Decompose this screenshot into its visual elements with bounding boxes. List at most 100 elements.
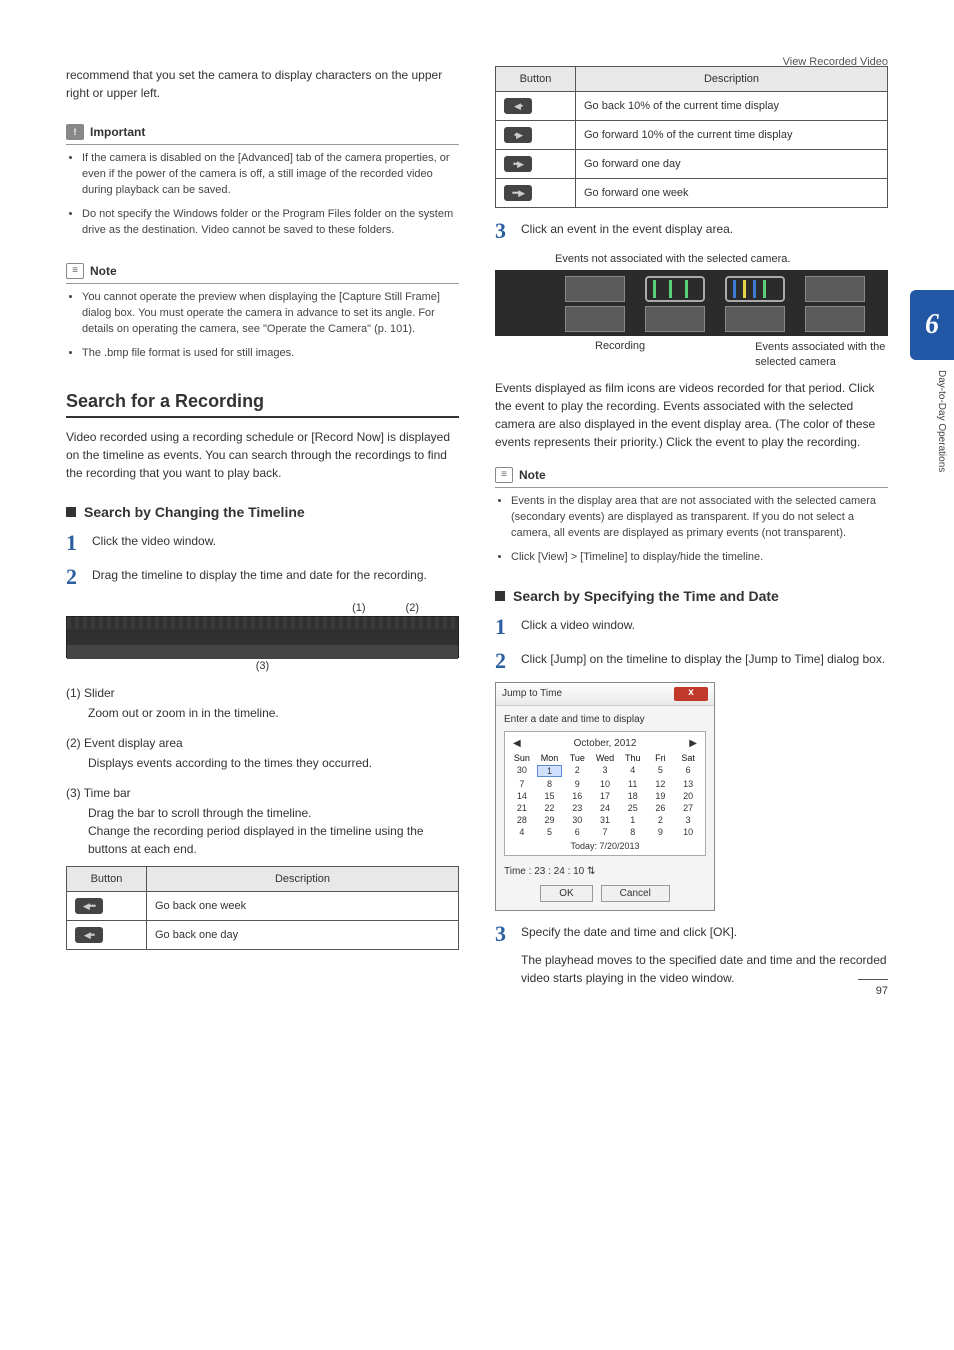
calendar-day[interactable]: 2	[564, 765, 590, 777]
note-heading-right: ≡ Note	[495, 467, 888, 483]
step-number: 3	[495, 923, 511, 945]
calendar-day[interactable]: 6	[564, 827, 590, 837]
calendar-day[interactable]: 10	[675, 827, 701, 837]
section-heading-search: Search for a Recording	[66, 391, 459, 418]
header-section: View Recorded Video	[783, 56, 888, 68]
step-number: 2	[66, 566, 82, 588]
calendar-day[interactable]: 11	[620, 779, 646, 789]
time-label: Time :	[504, 866, 531, 877]
button-table-left: Button Description ◀••• Go back one week…	[66, 866, 459, 950]
calendar-day[interactable]: 17	[592, 791, 618, 801]
calendar-next-button[interactable]: ▶	[689, 738, 697, 749]
calendar-day[interactable]: 4	[509, 827, 535, 837]
button-table-right: Button Description ◀•Go back 10% of the …	[495, 66, 888, 208]
calendar-day-header: Sat	[675, 753, 701, 763]
calendar-day[interactable]: 7	[509, 779, 535, 789]
calendar-day[interactable]: 19	[648, 791, 674, 801]
go-forward-10pct-icon[interactable]: •▶	[504, 127, 532, 143]
note-item: The .bmp file format is used for still i…	[82, 346, 459, 362]
calendar-day[interactable]: 9	[648, 827, 674, 837]
table-row: ••▶Go forward one day	[496, 150, 888, 179]
calendar-day[interactable]: 3	[675, 815, 701, 825]
calendar-day[interactable]: 16	[564, 791, 590, 801]
calendar-day[interactable]: 23	[564, 803, 590, 813]
calendar-day[interactable]: 13	[675, 779, 701, 789]
calendar-day[interactable]: 26	[648, 803, 674, 813]
calendar-day[interactable]: 5	[537, 827, 563, 837]
important-item: Do not specify the Windows folder or the…	[82, 207, 459, 239]
go-back-week-icon[interactable]: ◀•••	[75, 898, 103, 914]
calendar-day[interactable]: 27	[675, 803, 701, 813]
time-value[interactable]: 23 : 24 : 10	[534, 866, 584, 877]
ok-button[interactable]: OK	[540, 885, 592, 902]
calendar-day[interactable]: 5	[648, 765, 674, 777]
b-step-1: 1 Click a video window.	[495, 616, 888, 638]
go-forward-week-icon[interactable]: •••▶	[504, 185, 532, 201]
calendar-day[interactable]: 21	[509, 803, 535, 813]
calendar-day[interactable]: 18	[620, 791, 646, 801]
bullet-square-icon	[495, 591, 505, 601]
chapter-number: 6	[910, 290, 954, 360]
go-back-day-icon[interactable]: ◀••	[75, 927, 103, 943]
calendar-day[interactable]: 3	[592, 765, 618, 777]
note-list-right: Events in the display area that are not …	[495, 494, 888, 566]
calendar-day[interactable]: 29	[537, 815, 563, 825]
table-cell-desc: Go forward one week	[576, 179, 888, 208]
calendar-grid[interactable]: SunMonTueWedThuFriSat3012345678910111213…	[509, 753, 701, 837]
calendar-day[interactable]: 30	[509, 765, 535, 777]
subheading-timeline: Search by Changing the Timeline	[66, 504, 459, 520]
subheading-timeline-label: Search by Changing the Timeline	[84, 504, 305, 520]
calendar-day[interactable]: 7	[592, 827, 618, 837]
note-icon: ≡	[66, 263, 84, 279]
calendar-prev-button[interactable]: ◀	[513, 738, 521, 749]
calendar-day[interactable]: 6	[675, 765, 701, 777]
table-cell-desc: Go back one day	[147, 921, 459, 950]
calendar-day[interactable]: 25	[620, 803, 646, 813]
calendar-day[interactable]: 10	[592, 779, 618, 789]
calendar-day[interactable]: 8	[620, 827, 646, 837]
note-item: Events in the display area that are not …	[511, 494, 888, 542]
jump-to-time-dialog: Jump to Time x Enter a date and time to …	[495, 682, 715, 911]
calendar-day[interactable]: 15	[537, 791, 563, 801]
time-spinner-icon[interactable]: ⇅	[587, 866, 595, 877]
section-body: Video recorded using a recording schedul…	[66, 428, 459, 482]
step-text: Click a video window.	[521, 616, 888, 634]
page-number: 97	[876, 985, 888, 997]
calendar-day[interactable]: 1	[620, 815, 646, 825]
calendar-day-header: Sun	[509, 753, 535, 763]
calendar-day[interactable]: 2	[648, 815, 674, 825]
subheading-datetime-label: Search by Specifying the Time and Date	[513, 588, 779, 604]
calendar-day[interactable]: 22	[537, 803, 563, 813]
calendar-day[interactable]: 14	[509, 791, 535, 801]
calendar-day[interactable]: 8	[537, 779, 563, 789]
important-label: Important	[90, 125, 145, 139]
calendar-day[interactable]: 9	[564, 779, 590, 789]
calendar-day[interactable]: 1	[537, 765, 563, 777]
calendar-day[interactable]: 30	[564, 815, 590, 825]
def-body: Drag the bar to scroll through the timel…	[66, 804, 459, 858]
calendar: ◀ October, 2012 ▶ SunMonTueWedThuFriSat3…	[504, 731, 706, 856]
dialog-close-button[interactable]: x	[674, 687, 708, 701]
side-tab: 6 Day-to-Day Operations	[910, 290, 954, 472]
calendar-day[interactable]: 4	[620, 765, 646, 777]
calendar-today[interactable]: Today: 7/20/2013	[509, 841, 701, 851]
calendar-day[interactable]: 28	[509, 815, 535, 825]
bullet-square-icon	[66, 507, 76, 517]
caption-assoc-events: Events associated with the selected came…	[755, 340, 888, 369]
calendar-day[interactable]: 31	[592, 815, 618, 825]
go-back-10pct-icon[interactable]: ◀•	[504, 98, 532, 114]
step-number: 3	[495, 220, 511, 242]
dialog-title: Jump to Time	[502, 688, 562, 699]
note-icon: ≡	[495, 467, 513, 483]
definition-2: (2) Event display area Displays events a…	[66, 734, 459, 772]
cancel-button[interactable]: Cancel	[601, 885, 670, 902]
important-item: If the camera is disabled on the [Advanc…	[82, 151, 459, 199]
calendar-day[interactable]: 12	[648, 779, 674, 789]
calendar-day[interactable]: 20	[675, 791, 701, 801]
go-forward-day-icon[interactable]: ••▶	[504, 156, 532, 172]
table-row: •••▶ Go forward one week	[496, 179, 888, 208]
step-2: 2 Drag the timeline to display the time …	[66, 566, 459, 588]
step-text: Click [Jump] on the timeline to display …	[521, 650, 888, 668]
calendar-day[interactable]: 24	[592, 803, 618, 813]
dialog-time-row: Time : 23 : 24 : 10 ⇅	[504, 866, 706, 877]
